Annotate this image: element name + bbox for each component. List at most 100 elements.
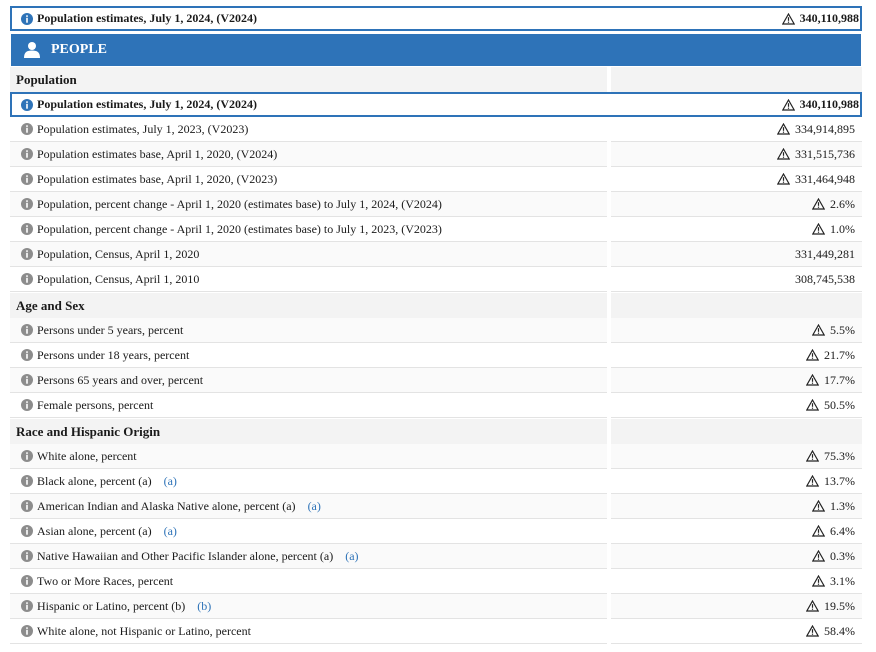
pinned-fact-row[interactable]: Population estimates, July 1, 2024, (V20…	[10, 6, 862, 31]
warning-triangle-icon[interactable]	[777, 148, 790, 160]
fact-row-white-alone-not-hispanic-or-latino-percent[interactable]: White alone, not Hispanic or Latino, per…	[10, 619, 862, 644]
warning-triangle-icon[interactable]	[806, 374, 819, 386]
fact-value: 58.4%	[824, 623, 855, 638]
fact-row-population-estimates-july-1-2023-v2023[interactable]: Population estimates, July 1, 2023, (V20…	[10, 117, 862, 142]
warning-triangle-icon[interactable]	[812, 223, 825, 235]
warning-triangle-icon[interactable]	[806, 349, 819, 361]
fact-value: 13.7%	[824, 473, 855, 488]
info-icon[interactable]	[21, 273, 33, 285]
fact-value: 340,110,988	[799, 97, 859, 111]
fact-value: 1.0%	[830, 221, 855, 236]
warning-triangle-icon[interactable]	[806, 475, 819, 487]
fact-row-population-estimates-base-april-1-2020-v2023[interactable]: Population estimates base, April 1, 2020…	[10, 167, 862, 192]
info-icon[interactable]	[21, 324, 33, 336]
fact-row-native-hawaiian-and-other-pacific-islander-alone[interactable]: Native Hawaiian and Other Pacific Island…	[10, 544, 862, 569]
fact-label: Persons under 5 years, percent	[37, 322, 184, 337]
section-title: Age and Sex	[16, 297, 85, 313]
fact-value: 331,515,736	[795, 146, 855, 161]
fact-value: 17.7%	[824, 372, 855, 387]
fact-value: 308,745,538	[795, 271, 855, 286]
warning-triangle-icon[interactable]	[812, 525, 825, 537]
fact-row-asian-alone-percent-a[interactable]: Asian alone, percent (a) (a) 6.4%	[10, 519, 862, 544]
info-icon[interactable]	[21, 248, 33, 260]
footnote-link[interactable]: (a)	[164, 524, 177, 539]
info-icon[interactable]	[21, 349, 33, 361]
section-race-and-hispanic-origin: Race and Hispanic Origin	[10, 419, 862, 444]
info-icon[interactable]	[21, 475, 33, 487]
section-age-and-sex: Age and Sex	[10, 293, 862, 318]
fact-value: 0.3%	[830, 548, 855, 563]
fact-row-hispanic-or-latino-percent-b[interactable]: Hispanic or Latino, percent (b) (b) 19.5%	[10, 594, 862, 619]
warning-triangle-icon[interactable]	[812, 550, 825, 562]
fact-row-american-indian-and-alaska-native-alone-percent-[interactable]: American Indian and Alaska Native alone,…	[10, 494, 862, 519]
fact-row-population-estimates-base-april-1-2020-v2024[interactable]: Population estimates base, April 1, 2020…	[10, 142, 862, 167]
fact-row-population-estimates-july-1-2024-v2024[interactable]: Population estimates, July 1, 2024, (V20…	[10, 92, 862, 117]
info-icon[interactable]	[21, 123, 33, 135]
fact-row-population-percent-change-april-1-2020-estimates[interactable]: Population, percent change - April 1, 20…	[10, 217, 862, 242]
people-section-title: PEOPLE	[51, 42, 108, 57]
fact-row-two-or-more-races-percent[interactable]: Two or More Races, percent 3.1%	[10, 569, 862, 594]
info-icon[interactable]	[21, 198, 33, 210]
warning-triangle-icon[interactable]	[781, 98, 795, 111]
footnote-link[interactable]: (a)	[308, 499, 321, 514]
info-icon[interactable]	[21, 450, 33, 462]
warning-triangle-icon[interactable]	[806, 600, 819, 612]
info-icon[interactable]	[21, 399, 33, 411]
info-icon[interactable]	[21, 12, 33, 25]
info-icon[interactable]	[21, 600, 33, 612]
fact-value: 5.5%	[830, 322, 855, 337]
fact-label: Hispanic or Latino, percent (b)	[37, 598, 186, 613]
info-icon[interactable]	[21, 223, 33, 235]
warning-triangle-icon[interactable]	[812, 575, 825, 587]
info-icon[interactable]	[21, 173, 33, 185]
fact-label: Asian alone, percent (a)	[37, 523, 152, 538]
pinned-fact-value: 340,110,988	[799, 11, 859, 25]
info-icon[interactable]	[21, 148, 33, 160]
info-icon[interactable]	[21, 500, 33, 512]
footnote-link[interactable]: (b)	[197, 599, 211, 614]
fact-row-population-census-april-1-2020[interactable]: Population, Census, April 1, 2020 331,449…	[10, 242, 862, 267]
fact-row-persons-65-years-and-over-percent[interactable]: Persons 65 years and over, percent 17.7%	[10, 368, 862, 393]
fact-row-persons-under-18-years-percent[interactable]: Persons under 18 years, percent 21.7%	[10, 343, 862, 368]
warning-triangle-icon[interactable]	[812, 198, 825, 210]
warning-triangle-icon[interactable]	[812, 324, 825, 336]
info-icon[interactable]	[21, 525, 33, 537]
warning-triangle-icon[interactable]	[781, 12, 795, 25]
fact-label: Persons 65 years and over, percent	[37, 372, 204, 387]
pinned-fact-label: Population estimates, July 1, 2024, (V20…	[37, 11, 257, 25]
fact-value: 1.3%	[830, 498, 855, 513]
fact-label: Two or More Races, percent	[37, 573, 174, 588]
warning-triangle-icon[interactable]	[806, 399, 819, 411]
warning-triangle-icon[interactable]	[777, 173, 790, 185]
fact-row-population-percent-change-april-1-2020-estimates[interactable]: Population, percent change - April 1, 20…	[10, 192, 862, 217]
fact-value: 19.5%	[824, 598, 855, 613]
info-icon[interactable]	[21, 98, 33, 111]
people-section-header[interactable]: PEOPLE	[11, 34, 861, 66]
info-icon[interactable]	[21, 625, 33, 637]
section-title: Population	[16, 71, 77, 87]
fact-label: American Indian and Alaska Native alone,…	[37, 498, 296, 513]
info-icon[interactable]	[21, 575, 33, 587]
person-icon	[23, 41, 41, 59]
fact-label: Population, percent change - April 1, 20…	[37, 221, 442, 236]
fact-label: Female persons, percent	[37, 397, 154, 412]
warning-triangle-icon[interactable]	[777, 123, 790, 135]
fact-row-white-alone-percent[interactable]: White alone, percent 75.3%	[10, 444, 862, 469]
fact-row-black-alone-percent-a[interactable]: Black alone, percent (a) (a) 13.7%	[10, 469, 862, 494]
fact-row-persons-under-5-years-percent[interactable]: Persons under 5 years, percent 5.5%	[10, 318, 862, 343]
fact-row-female-persons-percent[interactable]: Female persons, percent 50.5%	[10, 393, 862, 418]
warning-triangle-icon[interactable]	[806, 625, 819, 637]
fact-value: 331,449,281	[795, 246, 855, 261]
fact-label: Population estimates base, April 1, 2020…	[37, 146, 278, 161]
footnote-link[interactable]: (a)	[345, 549, 358, 564]
info-icon[interactable]	[21, 550, 33, 562]
warning-triangle-icon[interactable]	[812, 500, 825, 512]
warning-triangle-icon[interactable]	[806, 450, 819, 462]
fact-label: White alone, not Hispanic or Latino, per…	[37, 623, 251, 638]
section-population: Population	[10, 67, 862, 92]
fact-value: 3.1%	[830, 573, 855, 588]
fact-row-population-census-april-1-2010[interactable]: Population, Census, April 1, 2010 308,745…	[10, 267, 862, 292]
footnote-link[interactable]: (a)	[164, 474, 177, 489]
fact-label: Population estimates base, April 1, 2020…	[37, 171, 278, 186]
info-icon[interactable]	[21, 374, 33, 386]
